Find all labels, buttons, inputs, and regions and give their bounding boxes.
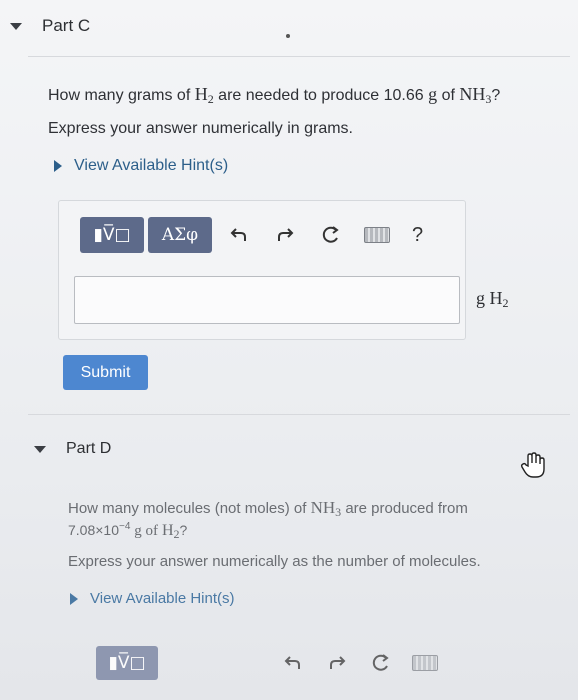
- part-d-math-toolbar: ▮V̅□: [96, 646, 438, 680]
- grams-of: g of: [134, 523, 159, 539]
- part-d-hint-toggle[interactable]: View Available Hint(s): [70, 590, 235, 607]
- undo-icon[interactable]: [282, 652, 304, 674]
- part-c-instruction: Express your answer numerically in grams…: [48, 120, 353, 137]
- part-c-header[interactable]: Part C: [10, 16, 90, 36]
- help-icon[interactable]: ?: [412, 224, 423, 247]
- math-toolbar: ▮V̅□ ΑΣφ ?: [80, 217, 423, 253]
- nh3-formula: NH3: [459, 84, 491, 106]
- part-d-header[interactable]: Part D: [34, 440, 111, 458]
- submit-button[interactable]: Submit: [63, 355, 148, 390]
- caret-right-icon: [54, 160, 62, 172]
- hint-label: View Available Hint(s): [74, 157, 229, 174]
- unit-subscript: 2: [502, 296, 509, 310]
- caret-down-icon[interactable]: [10, 22, 22, 30]
- reset-icon[interactable]: [370, 652, 392, 674]
- reset-icon[interactable]: [320, 224, 342, 246]
- caret-down-icon[interactable]: [34, 445, 46, 453]
- part-c-divider: [28, 56, 570, 57]
- nh3-formula: NH3: [310, 498, 342, 519]
- answer-unit: g H2: [476, 288, 509, 311]
- caret-right-icon: [70, 592, 78, 605]
- unit-h: H: [489, 288, 503, 308]
- part-d-title: Part D: [66, 440, 112, 457]
- page: Part C How many grams of H2 are needed t…: [0, 0, 578, 700]
- h2-formula: H2: [194, 84, 214, 106]
- question-mark: ?: [491, 87, 501, 104]
- mass-exponent: −4: [119, 521, 131, 532]
- stray-dot: [286, 34, 290, 38]
- part-c-title: Part C: [42, 16, 91, 35]
- hint-label: View Available Hint(s): [90, 590, 235, 607]
- h2-symbol: H: [194, 84, 208, 104]
- nh3-symbol: NH: [459, 84, 486, 104]
- question-mark: ?: [179, 522, 188, 538]
- part-d-question-line1: How many molecules (not moles) of NH3 ar…: [68, 498, 468, 520]
- question-text-suffix: are produced from: [345, 500, 468, 517]
- nh3-symbol: NH: [310, 498, 336, 517]
- part-d-divider: [28, 414, 570, 415]
- question-text: How many grams of: [48, 87, 191, 104]
- h2-subscript: 2: [207, 92, 214, 106]
- h2-symbol: H: [161, 522, 174, 539]
- templates-icon: ▮V̅□: [108, 653, 146, 673]
- nh3-subscript: 3: [335, 505, 342, 519]
- redo-icon[interactable]: [274, 224, 296, 246]
- keyboard-icon[interactable]: [364, 227, 390, 243]
- answer-input[interactable]: [74, 276, 460, 324]
- templates-button[interactable]: ▮V̅□: [96, 646, 158, 680]
- keyboard-icon[interactable]: [412, 655, 438, 671]
- unit-g: g: [476, 288, 485, 308]
- greek-symbols-label: ΑΣφ: [161, 225, 199, 245]
- templates-icon: ▮V̅□: [93, 225, 131, 245]
- part-c-hint-toggle[interactable]: View Available Hint(s): [54, 157, 228, 175]
- part-c-question: How many grams of H2 are needed to produ…: [48, 84, 500, 107]
- greek-symbols-button[interactable]: ΑΣφ: [148, 217, 212, 253]
- h2-formula: H2: [161, 522, 180, 541]
- question-of: of: [441, 87, 455, 104]
- grams-unit: g: [428, 84, 438, 104]
- mass-value: 7.08×10: [68, 522, 119, 538]
- question-text-mid: are needed to produce 10.66: [218, 87, 424, 104]
- part-d-question-line2: 7.08×10−4 g of H2?: [68, 521, 187, 542]
- question-text: How many molecules (not moles) of: [68, 500, 307, 517]
- part-d-instruction: Express your answer numerically as the n…: [68, 553, 481, 570]
- templates-button[interactable]: ▮V̅□: [80, 217, 144, 253]
- redo-icon[interactable]: [326, 652, 348, 674]
- undo-icon[interactable]: [228, 224, 250, 246]
- pointer-hand-icon: [520, 452, 546, 485]
